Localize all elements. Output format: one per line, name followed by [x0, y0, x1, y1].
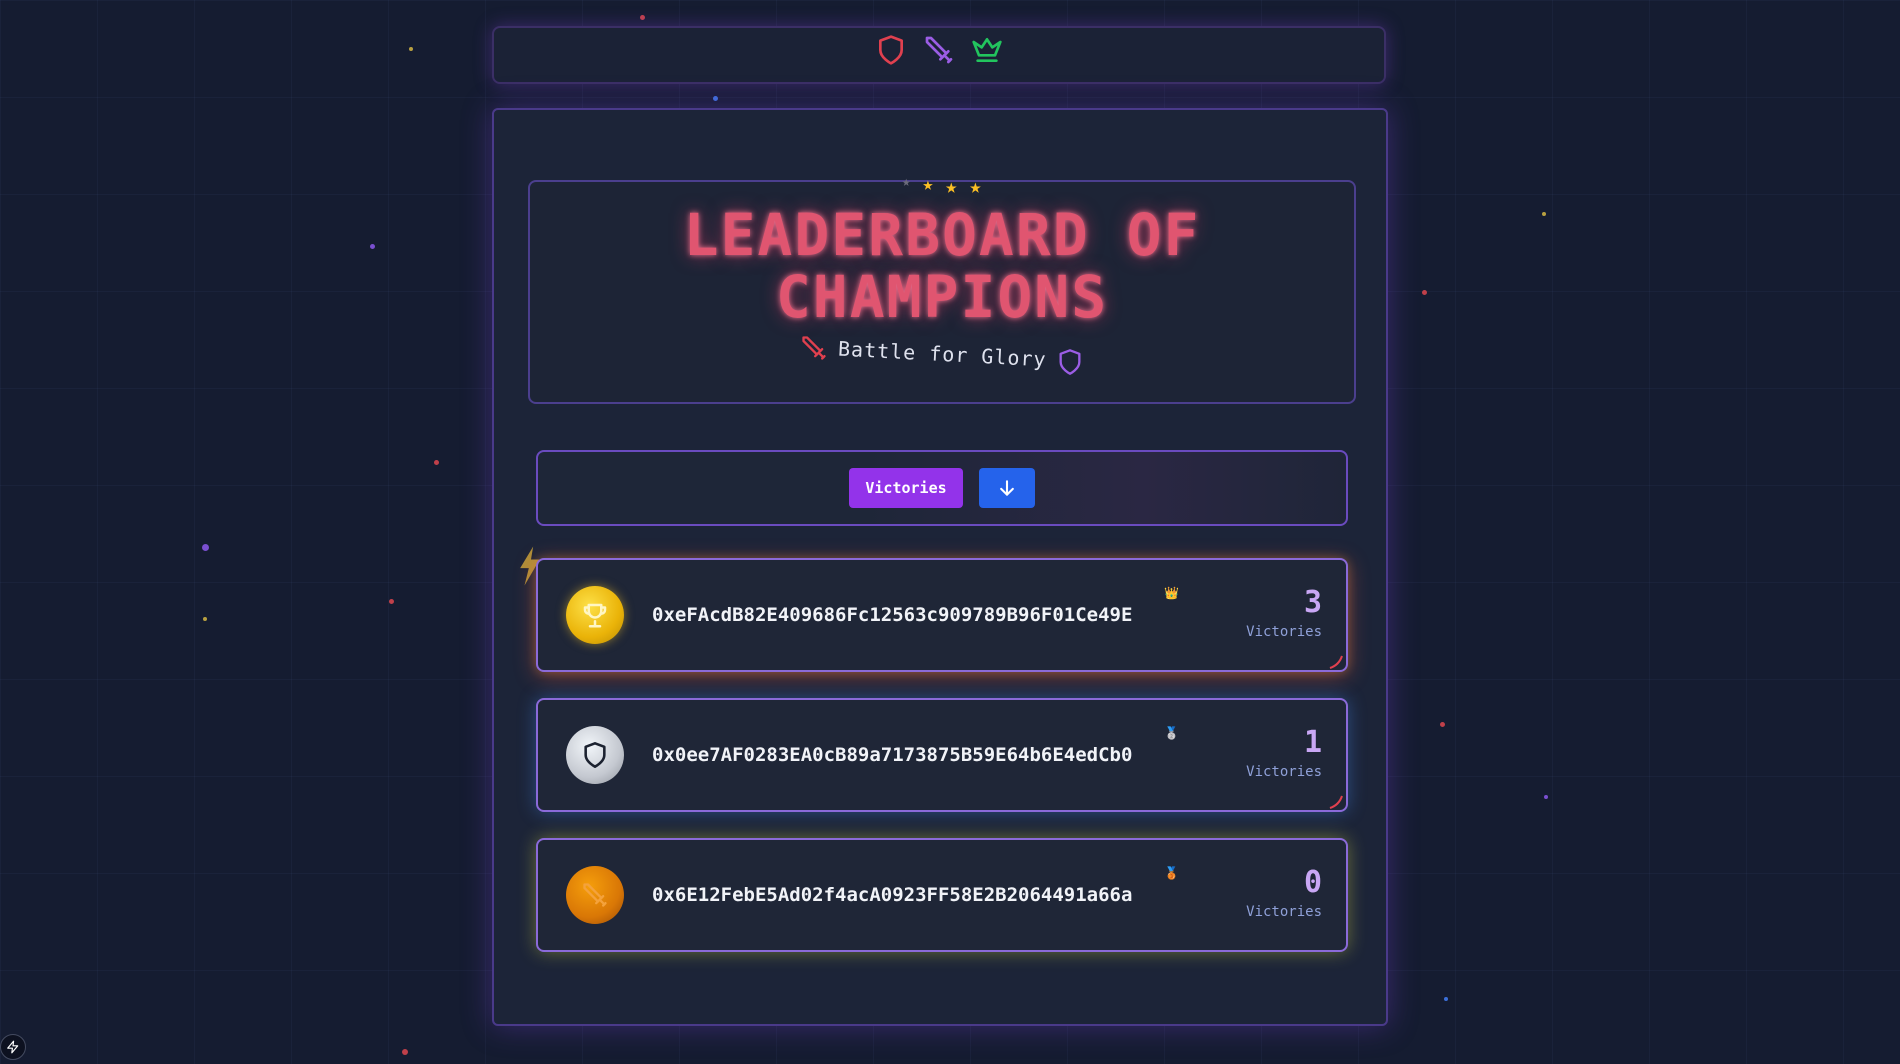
- victory-count: 1: [1303, 725, 1322, 760]
- silver-badge: 🥈: [1164, 726, 1179, 740]
- player-address: 0x0ee7AF0283EA0cB89a7173875B59E64b6E4edC…: [652, 744, 1133, 766]
- arrow-down-icon: [999, 480, 1014, 496]
- background-particle: [402, 1049, 408, 1055]
- subtitle: Battle for Glory: [837, 336, 1047, 372]
- top-toolbar: [492, 26, 1386, 84]
- stars-decoration: ★ ★ ★ ★: [902, 174, 981, 198]
- background-particle: [640, 15, 645, 20]
- leaderboard-row[interactable]: 0xeFAcdB82E409686Fc12563c909789B96F01Ce4…: [536, 558, 1348, 672]
- background-particle: [1422, 290, 1427, 295]
- crown-badge: 👑: [1164, 586, 1179, 600]
- star-icon: ★: [922, 174, 934, 195]
- victory-label: Victories: [1246, 904, 1322, 920]
- star-icon: ★: [969, 174, 982, 198]
- leaderboard-row[interactable]: 0x0ee7AF0283EA0cB89a7173875B59E64b6E4edC…: [536, 698, 1348, 812]
- crown-icon: [972, 38, 1002, 62]
- score-block: 3 Victories: [1246, 585, 1322, 641]
- bronze-badge: 🥉: [1164, 866, 1179, 880]
- corner-flourish-icon: [1329, 655, 1343, 669]
- title-line-2: CHAMPIONS: [775, 263, 1109, 331]
- star-icon: ★: [902, 174, 911, 190]
- leaderboard-row[interactable]: 0x6E12FebE5Ad02f4acA0923FF58E2B2064491a6…: [536, 838, 1348, 952]
- background-particle: [1542, 212, 1546, 216]
- leaderboard-panel: ★ ★ ★ ★ LEADERBOARD OF CHAMPIONS Battle …: [492, 108, 1388, 1026]
- player-address: 0xeFAcdB82E409686Fc12563c909789B96F01Ce4…: [652, 604, 1133, 626]
- background-particle: [203, 617, 207, 621]
- victory-label: Victories: [1246, 764, 1322, 780]
- background-particle: [1444, 997, 1448, 1001]
- background-particle: [409, 47, 413, 51]
- sort-controls: Victories: [536, 450, 1348, 526]
- trophy-icon: [583, 603, 607, 628]
- bronze-medal: [566, 866, 624, 924]
- subtitle-row: Battle for Glory: [530, 336, 1354, 375]
- sword-icon: [925, 36, 953, 64]
- background-particle: [1440, 722, 1445, 727]
- victory-count: 0: [1303, 865, 1322, 900]
- sort-by-victories-button[interactable]: Victories: [849, 468, 963, 508]
- silver-medal: [566, 726, 624, 784]
- sort-direction-button[interactable]: [978, 468, 1035, 508]
- background-particle: [1544, 795, 1548, 799]
- shield-icon: [879, 35, 903, 65]
- sword-icon: [802, 336, 826, 360]
- background-particle: [370, 244, 375, 249]
- shield-icon: [1059, 349, 1081, 375]
- corner-flourish-icon: [1329, 795, 1343, 809]
- shield-icon: [584, 742, 606, 768]
- gold-medal: [566, 586, 624, 644]
- star-icon: ★: [945, 174, 958, 198]
- victory-count: 3: [1303, 585, 1322, 620]
- dev-tools-badge[interactable]: [0, 1034, 26, 1060]
- sword-icon: [583, 883, 607, 907]
- background-particle: [713, 96, 718, 101]
- background-particle: [434, 460, 439, 465]
- background-particle: [202, 544, 209, 551]
- score-block: 0 Victories: [1246, 865, 1322, 921]
- lightning-icon: [7, 1040, 19, 1054]
- score-block: 1 Victories: [1246, 725, 1322, 781]
- background-particle: [389, 599, 394, 604]
- title-banner: ★ ★ ★ ★ LEADERBOARD OF CHAMPIONS Battle …: [528, 174, 1356, 404]
- player-address: 0x6E12FebE5Ad02f4acA0923FF58E2B2064491a6…: [652, 884, 1133, 906]
- victory-label: Victories: [1246, 624, 1322, 640]
- title-line-1: LEADERBOARD OF: [683, 201, 1201, 269]
- page-title: LEADERBOARD OF CHAMPIONS: [530, 204, 1354, 328]
